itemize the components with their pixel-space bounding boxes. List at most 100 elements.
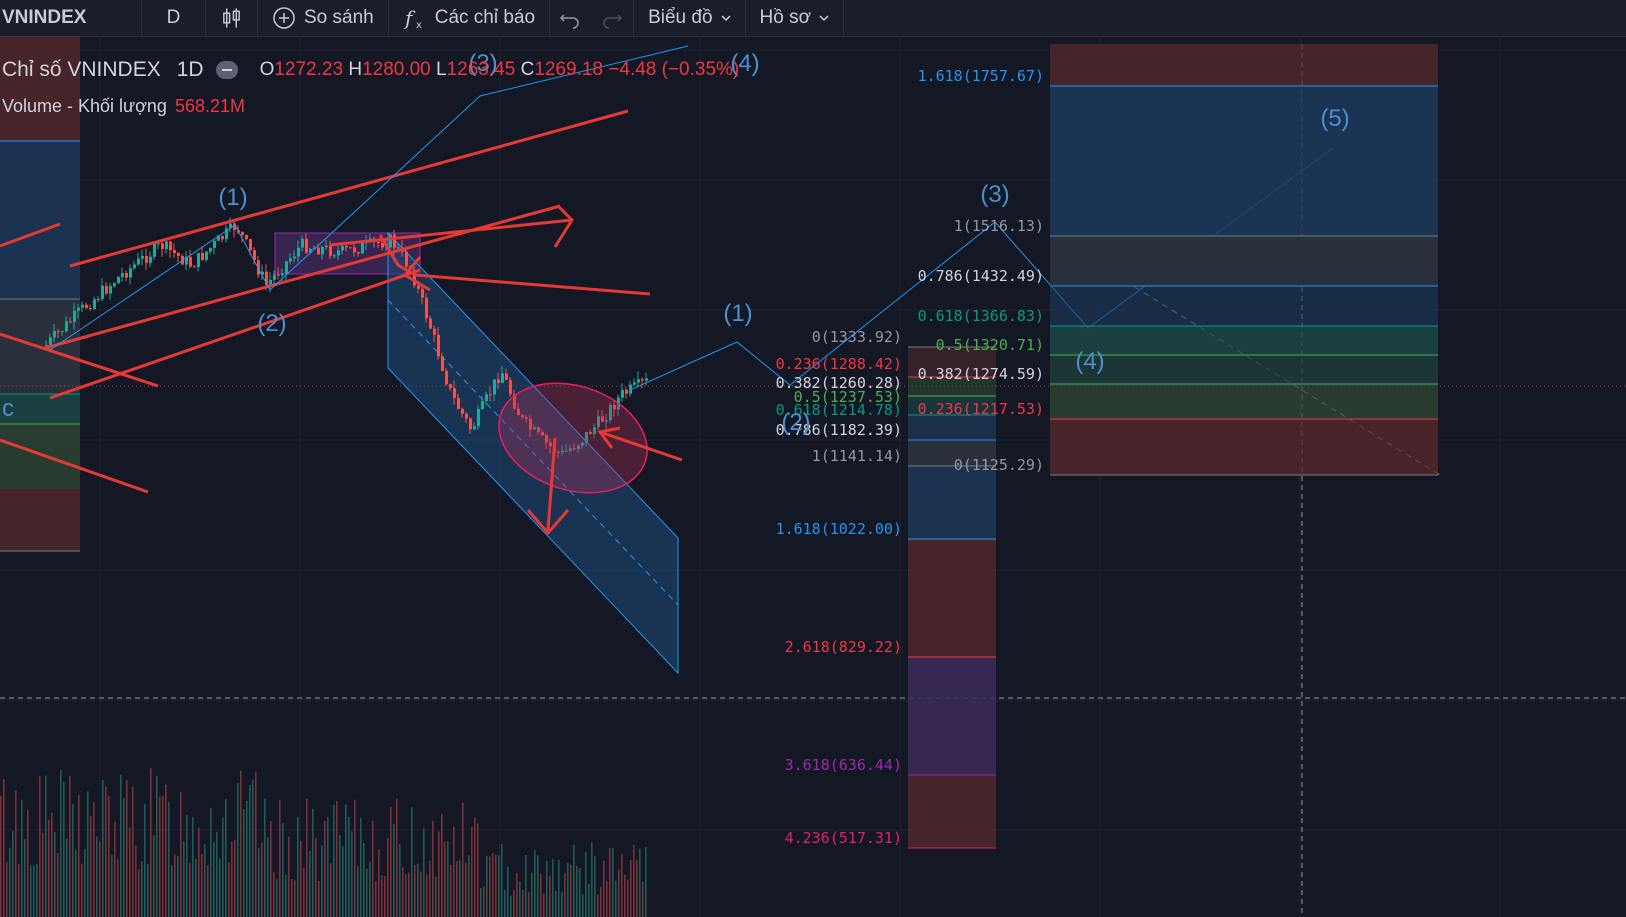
timeframe-label: 1D — [176, 58, 204, 81]
volume-bar — [39, 776, 41, 917]
volume-bar — [633, 844, 635, 917]
volume-bar — [48, 820, 50, 917]
volume-bar — [345, 804, 347, 917]
volume-bar — [531, 872, 533, 917]
candle-body — [77, 307, 80, 311]
volume-bar — [408, 872, 410, 917]
candle-body — [153, 243, 156, 257]
volume-bar — [240, 770, 242, 917]
volume-bar — [270, 820, 272, 917]
volume-bar — [126, 779, 128, 917]
volume-bar — [615, 880, 617, 917]
low-value: 1263.45 — [446, 59, 516, 80]
candle-body — [449, 384, 452, 389]
wave-label: (3) — [980, 181, 1009, 208]
volume-bar — [342, 846, 344, 917]
interval-button[interactable]: D — [142, 0, 206, 36]
candle-body — [205, 251, 208, 260]
volume-bar — [228, 862, 230, 917]
volume-bar — [174, 854, 176, 917]
candle-body — [305, 238, 308, 253]
candle-body — [637, 379, 640, 383]
volume-bar — [255, 771, 257, 917]
volume-bar — [432, 820, 434, 917]
volume-bar — [426, 874, 428, 917]
chart-menu-button[interactable]: Biểu đồ — [634, 0, 746, 36]
volume-value: 568.21M — [174, 96, 245, 116]
volume-bar — [354, 799, 356, 917]
volume-bar — [234, 839, 236, 917]
volume-bar — [645, 847, 647, 917]
volume-bar — [303, 867, 305, 917]
volume-bar — [414, 864, 416, 917]
wave-label: (2) — [257, 310, 286, 337]
candle-body — [325, 245, 328, 248]
volume-bar — [90, 816, 92, 917]
plus-circle-icon — [273, 7, 295, 29]
wave-label: (1) — [723, 300, 752, 327]
change-value: −4.48 (−0.35%) — [608, 59, 740, 80]
volume-bar — [618, 869, 620, 917]
candle-body — [133, 264, 136, 269]
chevron-down-icon — [721, 15, 731, 22]
volume-bar — [588, 883, 590, 917]
volume-bar — [195, 859, 197, 917]
volume-bar — [534, 850, 536, 917]
volume-bar — [624, 874, 626, 917]
candle-body — [477, 409, 480, 427]
volume-bar — [42, 832, 44, 917]
volume-bar — [198, 827, 200, 917]
volume-bar — [123, 797, 125, 917]
volume-bar — [366, 868, 368, 917]
volume-bar — [525, 855, 527, 917]
candle-body — [621, 389, 624, 398]
candle-body — [101, 285, 104, 299]
volume-bar — [51, 812, 53, 917]
undo-icon — [560, 14, 579, 29]
volume-bar — [114, 821, 116, 917]
chart-type-button[interactable] — [206, 0, 258, 36]
fib-label: 1(1516.13) — [954, 217, 1044, 235]
volume-bar — [429, 860, 431, 917]
volume-bar — [210, 807, 212, 917]
candle-body — [329, 245, 332, 256]
volume-bar — [321, 845, 323, 917]
volume-bar — [24, 839, 26, 917]
candle-body — [481, 401, 484, 410]
volume-bar — [288, 836, 290, 917]
redo-button[interactable] — [590, 0, 635, 36]
volume-bar — [99, 841, 101, 917]
volume-bar — [573, 844, 575, 917]
chart-canvas[interactable]: c 0(1333.92) 0.236(1288.42) 0.382(1260.2… — [0, 36, 1626, 917]
volume-bar — [405, 874, 407, 917]
symbol-search-button[interactable]: VNINDEX — [0, 0, 142, 36]
function-icon: f x — [403, 6, 422, 30]
volume-bar — [297, 817, 299, 917]
volume-bar — [18, 864, 20, 917]
volume-bar — [441, 813, 443, 917]
volume-bar — [597, 894, 599, 917]
undo-button[interactable] — [550, 0, 590, 36]
compare-button[interactable]: So sánh — [258, 0, 389, 36]
volume-bar — [165, 784, 167, 917]
volume-bar — [357, 866, 359, 917]
candle-body — [441, 356, 444, 371]
volume-bar — [396, 798, 398, 917]
volume-bar — [93, 802, 95, 917]
volume-bar — [306, 798, 308, 917]
volume-bar — [252, 779, 254, 917]
volume-bar — [309, 851, 311, 917]
indicators-button[interactable]: f x Các chỉ báo — [389, 0, 551, 36]
candle-body — [421, 288, 424, 298]
volume-bar — [549, 875, 551, 917]
fib-extension-right[interactable] — [1050, 44, 1438, 476]
volume-bar — [522, 890, 524, 917]
candle-body — [445, 370, 448, 385]
profile-menu-button[interactable]: Hồ sơ — [746, 0, 845, 36]
fib-extension-middle[interactable] — [908, 346, 996, 849]
volume-bar — [141, 861, 143, 917]
collapse-legend-button[interactable] — [215, 61, 238, 79]
candle-body — [425, 297, 428, 319]
candle-body — [65, 321, 68, 332]
fib-label: 0.5(1320.71) — [936, 336, 1044, 354]
